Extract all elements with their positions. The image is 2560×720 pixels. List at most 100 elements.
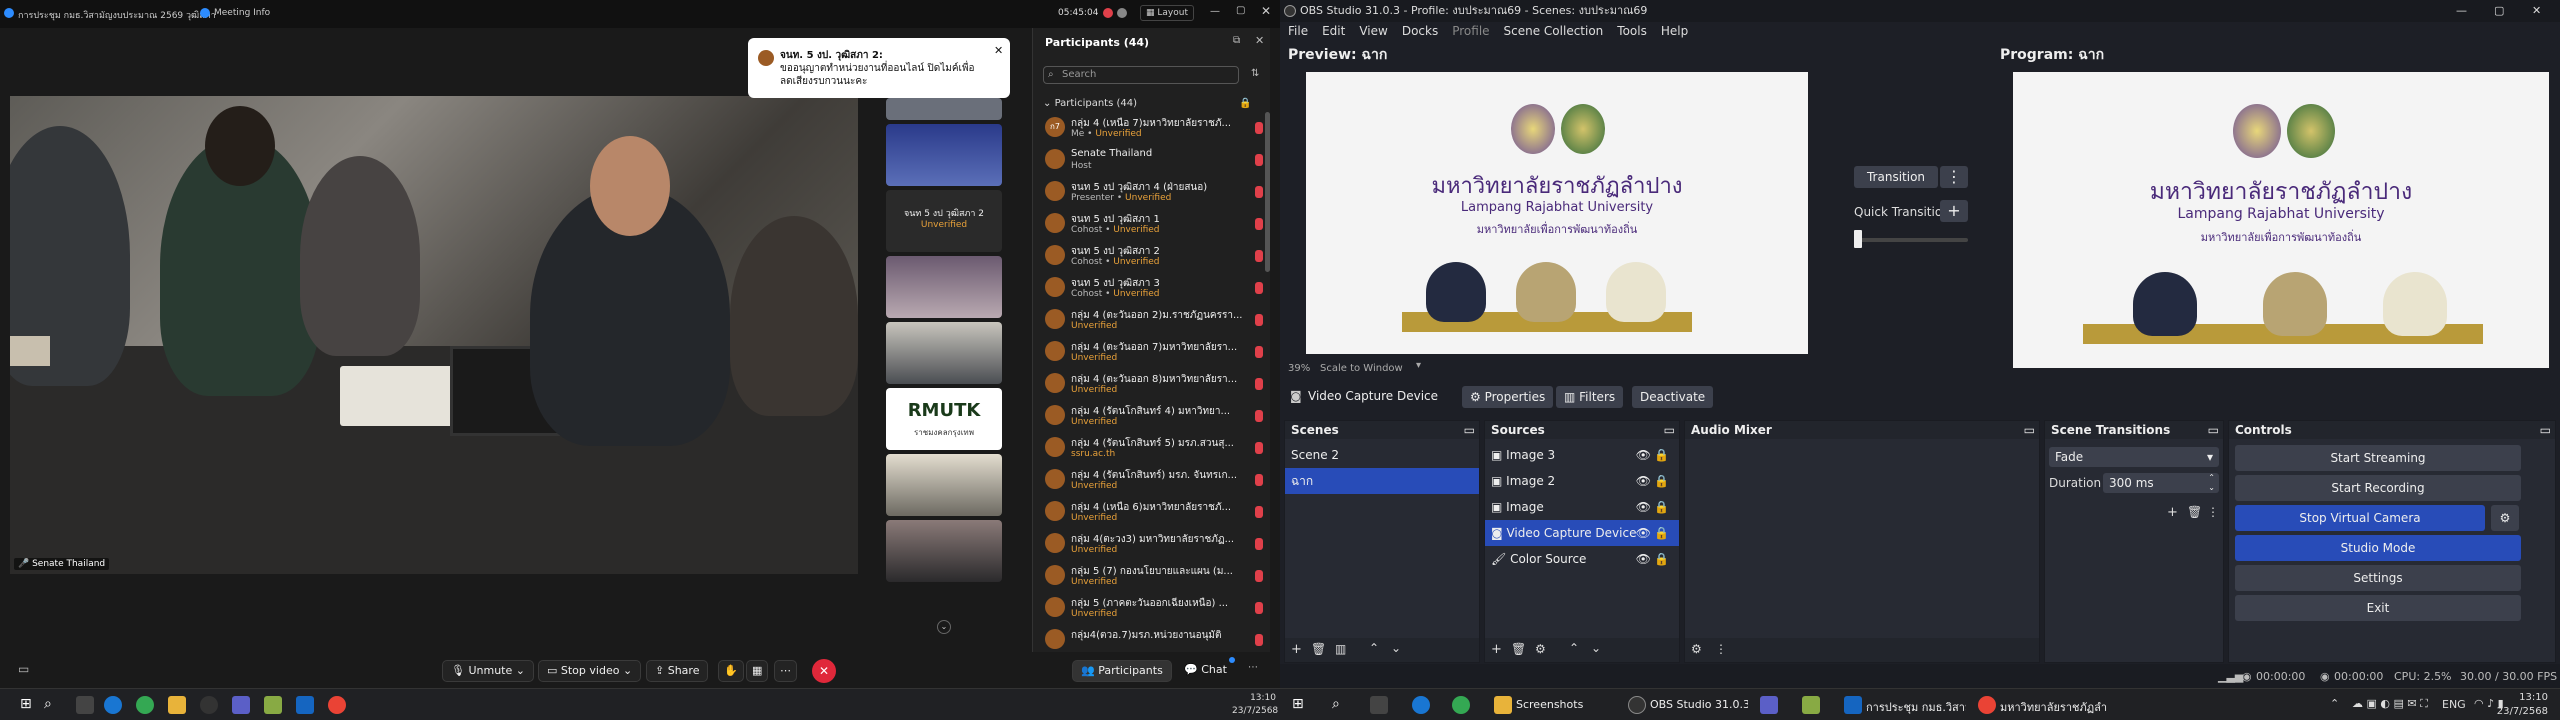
filters-button[interactable]: ▥ Filters xyxy=(1556,386,1624,408)
lock-icon[interactable]: 🔒 xyxy=(1654,442,1669,468)
lock-icon[interactable]: 🔒 xyxy=(1654,494,1669,520)
participant-row[interactable]: กลุ่ม 4 (เหนือ 6)มหาวิทยาลัยราชภั... Unve… xyxy=(1041,498,1269,528)
chrome-profile-icon[interactable] xyxy=(328,696,346,714)
mic-muted-icon[interactable] xyxy=(1255,634,1263,646)
more-vertical-icon[interactable]: ⋮ xyxy=(2207,505,2219,519)
sort-icon[interactable]: ⇅ xyxy=(1251,68,1259,79)
participants-button[interactable]: 👥 Participants xyxy=(1072,660,1172,682)
participant-row[interactable]: จนท 5 งป วุฒิสภา 2 Cohost • Unverified xyxy=(1041,242,1269,272)
undock-icon[interactable]: ▭ xyxy=(2208,421,2219,439)
undock-icon[interactable]: ▭ xyxy=(1664,421,1675,439)
chevron-down-icon[interactable]: ▾ xyxy=(1416,360,1421,371)
clock-date[interactable]: 23/7/2568 xyxy=(2494,706,2548,717)
video-thumbnail[interactable] xyxy=(886,454,1002,516)
transition-slider-handle[interactable] xyxy=(1854,230,1862,248)
preview-canvas[interactable]: มหาวิทยาลัยราชภัฏลำปาง Lampang Rajabhat … xyxy=(1306,72,1808,354)
chrome-profile-icon[interactable] xyxy=(1978,696,1996,714)
participant-row[interactable]: กลุ่ม 4(ตะวง3) มหาวิทยาลัยราชภัฏ... Unver… xyxy=(1041,530,1269,560)
mic-muted-icon[interactable] xyxy=(1255,346,1263,358)
mic-muted-icon[interactable] xyxy=(1255,282,1263,294)
menu-item-edit[interactable]: Edit xyxy=(1322,24,1345,38)
participant-row[interactable]: กลุ่ม 5 (ภาคตะวันออกเฉียงเหนือ) ... Unver… xyxy=(1041,594,1269,624)
clock-time[interactable]: 13:10 xyxy=(2504,692,2548,703)
participant-row[interactable]: กลุ่ม 5 (7) กองนโยบายและแผน (ม... Unverif… xyxy=(1041,562,1269,592)
mic-muted-icon[interactable] xyxy=(1255,154,1263,166)
eye-icon[interactable]: 👁 xyxy=(1636,546,1651,572)
mic-muted-icon[interactable] xyxy=(1255,218,1263,230)
app-icon[interactable] xyxy=(264,696,282,714)
duration-input[interactable]: 300 ms ⌃ ⌄ xyxy=(2103,473,2219,493)
unmute-button[interactable]: 🎙 Unmute ⌄ xyxy=(442,660,534,682)
leave-button[interactable]: ✕ xyxy=(812,659,836,683)
lock-icon[interactable]: 🔒 xyxy=(1239,98,1251,109)
scale-mode[interactable]: Scale to Window xyxy=(1320,363,1403,374)
mic-muted-icon[interactable] xyxy=(1255,602,1263,614)
transition-button[interactable]: Transition xyxy=(1854,166,1938,188)
mic-muted-icon[interactable] xyxy=(1255,442,1263,454)
file-explorer-icon[interactable] xyxy=(168,696,186,714)
edge-icon[interactable] xyxy=(104,696,122,714)
reactions-button[interactable]: ✋ xyxy=(718,660,744,682)
teams-icon[interactable] xyxy=(1760,696,1778,714)
main-video[interactable]: 🎤 Senate Thailand xyxy=(10,96,858,574)
participant-row[interactable]: กลุ่ม 4 (รัตนโกสินทร์ 4) มหาวิทยา... Unve… xyxy=(1041,402,1269,432)
clock-date[interactable]: 23/7/2568 xyxy=(1232,706,1278,716)
exit-button[interactable]: Exit xyxy=(2235,595,2521,621)
more-icon[interactable]: ⋯ xyxy=(1248,662,1258,673)
stop-virtual-camera-button[interactable]: Stop Virtual Camera xyxy=(2235,505,2485,531)
scene-filter-icon[interactable]: ▥ xyxy=(1335,642,1346,656)
source-item[interactable]: 🖌 Color Source 👁 🔒 xyxy=(1485,546,1679,572)
captions-icon[interactable]: ▭ xyxy=(18,662,29,676)
virtual-camera-settings-button[interactable]: ⚙ xyxy=(2491,505,2519,531)
minimize-icon[interactable]: — xyxy=(2456,0,2467,22)
participant-row[interactable]: จนท 5 งป วุฒิสภา 1 Cohost • Unverified xyxy=(1041,210,1269,240)
lock-icon[interactable]: 🔒 xyxy=(1654,546,1669,572)
maximize-icon[interactable]: ▢ xyxy=(2494,0,2504,22)
video-thumbnail-named[interactable]: จนท 5 งป วุฒิสภา 2 Unverified xyxy=(886,190,1002,252)
trash-icon[interactable]: 🗑 xyxy=(1311,642,1326,656)
minimize-icon[interactable]: — xyxy=(1210,6,1220,17)
close-icon[interactable]: ✕ xyxy=(1255,34,1264,47)
participant-row[interactable]: กลุ่ม 4 (ตะวันออก 7)มหาวิทยาลัยรา... Unve… xyxy=(1041,338,1269,368)
menu-item-help[interactable]: Help xyxy=(1661,24,1688,38)
menu-item-tools[interactable]: Tools xyxy=(1617,24,1647,38)
participant-row[interactable]: กลุ่ม 4 (รัตนโกสินทร์) มรภ. จันทรเก... Un… xyxy=(1041,466,1269,496)
gear-icon[interactable]: ⚙ xyxy=(1691,642,1702,656)
mic-muted-icon[interactable] xyxy=(1255,474,1263,486)
taskbar-app-screenshots[interactable]: Screenshots xyxy=(1516,698,1583,711)
settings-button[interactable]: Settings xyxy=(2235,565,2521,591)
mic-muted-icon[interactable] xyxy=(1255,314,1263,326)
video-thumbnail[interactable] xyxy=(886,98,1002,120)
zoom-icon[interactable] xyxy=(1844,696,1862,714)
participant-row[interactable]: กลุ่ม 4 (ตะวันออก 2)ม.ราชภัฏนครรา... Unve… xyxy=(1041,306,1269,336)
transition-slider[interactable] xyxy=(1854,238,1968,242)
undock-icon[interactable]: ▭ xyxy=(1464,421,1475,439)
transition-menu-button[interactable]: ⋮ xyxy=(1940,166,1968,188)
eye-icon[interactable]: 👁 xyxy=(1636,468,1651,494)
apps-button[interactable]: ▦ xyxy=(746,660,769,682)
menu-item-file[interactable]: File xyxy=(1288,24,1308,38)
layout-button[interactable]: ▦ Layout xyxy=(1140,5,1194,21)
chevron-up-icon[interactable]: ⌃ xyxy=(2330,697,2339,710)
menu-item-docks[interactable]: Docks xyxy=(1402,24,1438,38)
taskbar-app-obs[interactable]: OBS Studio 31.0.3 -... xyxy=(1650,698,1748,711)
zoom-icon[interactable] xyxy=(296,696,314,714)
transition-type-select[interactable]: Fade ▾ xyxy=(2049,447,2219,467)
start-recording-button[interactable]: Start Recording xyxy=(2235,475,2521,501)
chevron-up-icon[interactable]: ⌃ xyxy=(1369,641,1379,655)
video-thumbnail[interactable] xyxy=(886,520,1002,582)
menu-item-view[interactable]: View xyxy=(1359,24,1387,38)
close-icon[interactable]: ✕ xyxy=(994,44,1003,57)
taskbar-app-browser[interactable]: มหาวิทยาลัยราชภัฏลำ... xyxy=(2000,698,2108,716)
more-vertical-icon[interactable]: ⋮ xyxy=(1715,642,1727,656)
add-quick-transition-button[interactable]: + xyxy=(1940,200,1968,222)
close-icon[interactable]: ✕ xyxy=(1261,4,1271,18)
chrome-icon[interactable] xyxy=(1452,696,1470,714)
info-icon[interactable] xyxy=(200,8,210,18)
menu-item-profile[interactable]: Profile xyxy=(1452,24,1489,38)
chevron-down-icon[interactable]: ⌄ xyxy=(1591,641,1601,655)
mic-muted-icon[interactable] xyxy=(1255,378,1263,390)
chat-button[interactable]: 💬 Chat xyxy=(1176,660,1235,682)
task-view-icon[interactable] xyxy=(1370,696,1388,714)
scene-item[interactable]: Scene 2 xyxy=(1285,442,1479,468)
